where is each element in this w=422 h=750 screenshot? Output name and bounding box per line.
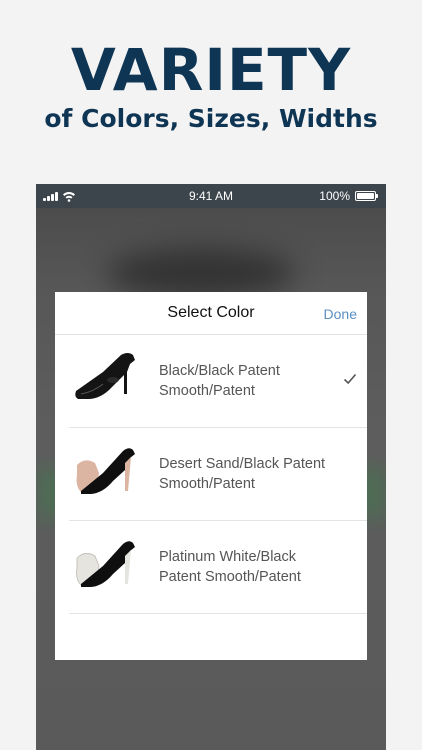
color-option-desert-sand[interactable]: Desert Sand/Black Patent Smooth/Patent — [69, 428, 367, 521]
sheet-header: Select Color Done — [55, 292, 367, 335]
phone-frame: 9:41 AM 100% Select Color Done Black/Bla… — [36, 184, 386, 750]
shoe-thumbnail — [76, 541, 135, 587]
done-button[interactable]: Done — [324, 306, 357, 322]
shoe-thumbnail — [75, 353, 135, 399]
color-option-label: Desert Sand/Black Patent Smooth/Patent — [159, 456, 326, 492]
color-option-label: Platinum White/Black Patent Smooth/Paten… — [159, 549, 301, 585]
battery-percent: 100% — [319, 189, 350, 203]
sheet-title: Select Color — [167, 304, 255, 321]
color-option-label: Black/Black Patent Smooth/Patent — [159, 363, 280, 399]
select-color-sheet: Select Color Done Black/Black Patent Smo… — [55, 292, 367, 660]
color-option-platinum-white[interactable]: Platinum White/Black Patent Smooth/Paten… — [69, 521, 367, 614]
status-bar: 9:41 AM 100% — [36, 184, 386, 208]
shoe-thumbnail — [76, 448, 135, 494]
checkmark-icon — [343, 373, 357, 385]
battery-icon — [355, 191, 378, 201]
promo-subtitle: of Colors, Sizes, Widths — [44, 104, 378, 133]
promo-title: VARIETY — [70, 36, 352, 104]
color-option-black[interactable]: Black/Black Patent Smooth/Patent — [69, 335, 367, 428]
